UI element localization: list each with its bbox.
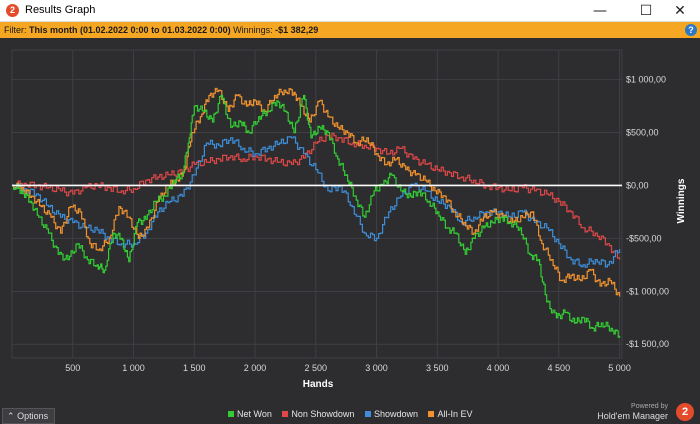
bottom-bar: ⌃ Options Net Won Non Showdown Showdown … (0, 400, 700, 424)
y-tick-label: -$1 000,00 (626, 286, 669, 296)
x-tick-label: 1 500 (183, 363, 206, 373)
legend-item-non-showdown[interactable]: Non Showdown (282, 409, 354, 419)
y-tick-label: $1 000,00 (626, 75, 666, 85)
chevron-up-icon: ⌃ (7, 411, 15, 421)
legend-item-showdown[interactable]: Showdown (364, 409, 418, 419)
app-icon: 2 (6, 4, 19, 17)
y-axis-label: Winnings (676, 178, 687, 223)
filter-value: This month (01.02.2022 0:00 to 01.03.202… (29, 25, 231, 35)
window-title: Results Graph (25, 4, 96, 16)
maximize-icon: ☐ (639, 3, 653, 19)
legend-item-net-won[interactable]: Net Won (228, 409, 272, 419)
close-icon: ✕ (674, 3, 686, 19)
title-bar: 2 Results Graph — ☐ ✕ (0, 0, 700, 22)
brand-logo: 2 (676, 403, 694, 421)
x-tick-label: 4 500 (548, 363, 571, 373)
x-axis-ticks: 500 1 000 1 500 2 000 2 500 3 000 3 500 4 000 4 … (65, 363, 631, 373)
x-tick-label: 5 000 (608, 363, 631, 373)
minimize-button[interactable]: — (580, 0, 620, 22)
x-tick-label: 4 000 (487, 363, 510, 373)
y-axis-ticks: $1 000,00 $500,00 $0,00 -$500,00 -$1 000,00 -… (626, 75, 669, 350)
legend: Net Won Non Showdown Showdown All-In EV (228, 409, 481, 419)
legend-swatch (364, 411, 371, 417)
x-tick-label: 3 000 (365, 363, 388, 373)
x-axis-label: Hands (303, 379, 334, 390)
results-chart: 500 1 000 1 500 2 000 2 500 3 000 3 500 4 000 4 … (11, 49, 687, 390)
y-tick-label: $0,00 (626, 180, 649, 190)
branding: Powered by Hold'em Manager 2 (574, 402, 694, 422)
powered-by-text: Powered by (631, 403, 668, 410)
results-graph: 500 1 000 1 500 2 000 2 500 3 000 3 500 4 000 4 … (0, 38, 700, 400)
winnings-label: Winnings: (233, 25, 273, 35)
y-tick-label: -$1 500,00 (626, 339, 669, 349)
legend-label: Net Won (237, 409, 272, 419)
x-tick-label: 2 000 (244, 363, 267, 373)
filter-label: Filter: (4, 25, 27, 35)
legend-label: Non Showdown (291, 409, 355, 419)
filter-bar: Filter: This month (01.02.2022 0:00 to 0… (0, 22, 700, 38)
minimize-icon: — (593, 3, 607, 19)
filter-text: Filter: This month (01.02.2022 0:00 to 0… (4, 22, 318, 38)
options-label: Options (17, 411, 49, 421)
legend-swatch (228, 411, 234, 417)
legend-item-all-in-ev[interactable]: All-In EV (428, 409, 473, 419)
close-button[interactable]: ✕ (660, 0, 700, 22)
brand-name: Hold'em Manager (597, 411, 668, 421)
x-tick-label: 3 500 (426, 363, 449, 373)
legend-swatch (282, 411, 289, 417)
legend-label: All-In EV (437, 409, 473, 419)
legend-swatch (428, 411, 435, 417)
y-tick-label: $500,00 (626, 128, 659, 138)
x-tick-label: 500 (65, 363, 80, 373)
plot-area (11, 49, 623, 359)
legend-label: Showdown (373, 409, 418, 419)
winnings-value: -$1 382,29 (275, 25, 319, 35)
grid (11, 49, 623, 359)
x-tick-label: 1 000 (122, 363, 145, 373)
x-tick-label: 2 500 (305, 363, 328, 373)
y-tick-label: -$500,00 (626, 233, 662, 243)
options-button[interactable]: ⌃ Options (2, 408, 56, 424)
help-icon[interactable]: ? (685, 24, 697, 36)
